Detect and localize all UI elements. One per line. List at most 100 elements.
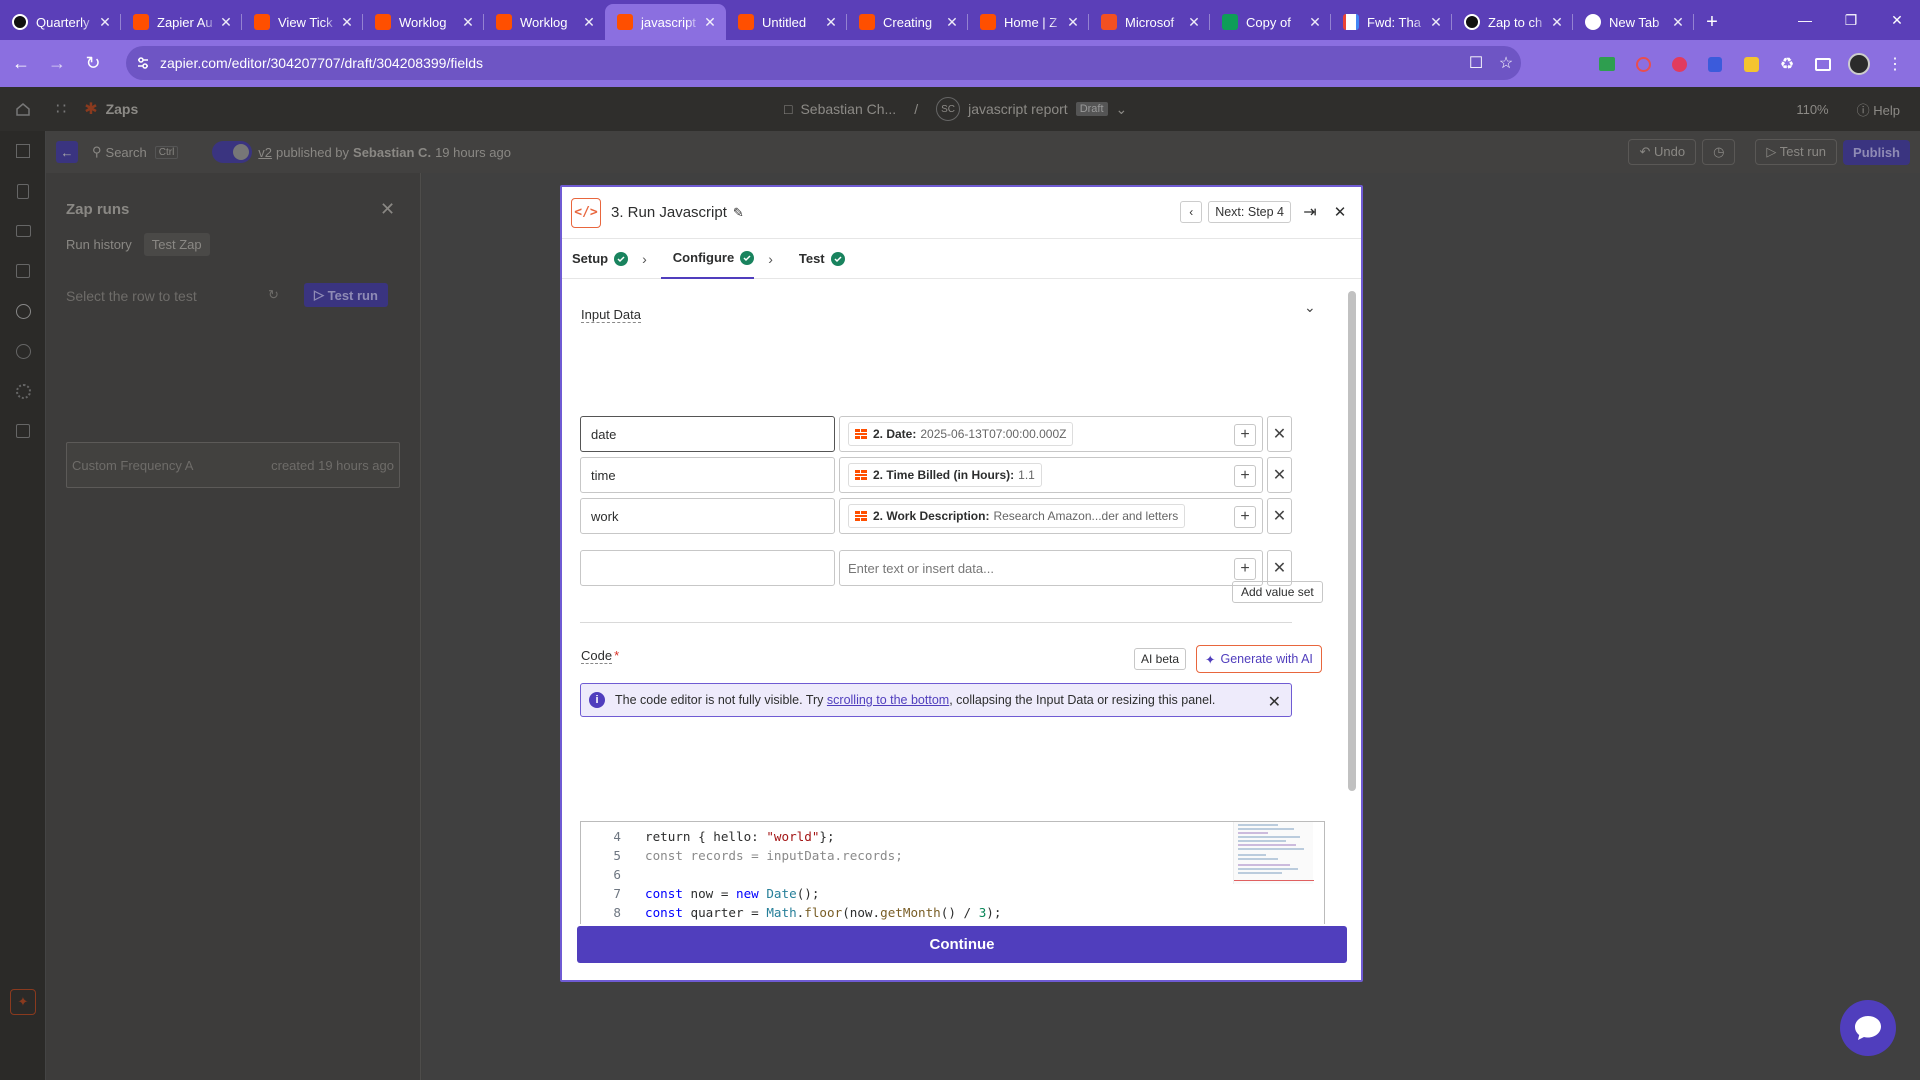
tab-close-icon[interactable]: ✕ [823, 14, 839, 30]
browser-tab[interactable]: javascript ✕ [605, 4, 726, 40]
undo-button[interactable]: ↶ Undo [1628, 139, 1697, 165]
refresh-icon[interactable]: ↻ [268, 287, 279, 303]
details-icon[interactable] [0, 171, 46, 211]
history-icon[interactable] [0, 291, 46, 331]
tab-close-icon[interactable]: ✕ [1428, 14, 1444, 30]
collapse-panel-icon[interactable]: ⇥ [1297, 202, 1323, 222]
input-value-field[interactable]: 2. Work Description: Research Amazon...de… [839, 498, 1263, 534]
remove-row-icon[interactable]: ✕ [1267, 498, 1292, 534]
alerts-icon[interactable] [0, 331, 46, 371]
restore-button[interactable]: ❐ [1828, 0, 1874, 40]
bookmark-star-icon[interactable]: ☆ [1491, 53, 1521, 73]
browser-tab[interactable]: New Tab ✕ [1573, 4, 1694, 40]
tab-close-icon[interactable]: ✕ [97, 14, 113, 30]
tab-close-icon[interactable]: ✕ [1549, 14, 1565, 30]
versions-icon[interactable] [0, 411, 46, 451]
generate-with-ai-button[interactable]: ✦ Generate with AI [1196, 645, 1322, 673]
input-key-field[interactable]: date [580, 416, 835, 452]
calendar-icon[interactable] [0, 251, 46, 291]
back-arrow-button[interactable]: ← [56, 141, 78, 163]
close-panel-icon[interactable]: ✕ [380, 199, 395, 220]
minimize-button[interactable]: — [1782, 0, 1828, 40]
input-key-field[interactable]: time [580, 457, 835, 493]
forward-button[interactable]: → [42, 49, 72, 79]
input-value-field[interactable]: Enter text or insert data... + [839, 550, 1263, 586]
folder-name[interactable]: Sebastian Ch... [800, 101, 896, 117]
side-panel-icon[interactable] [1808, 49, 1838, 79]
code-minimap[interactable] [1233, 822, 1314, 884]
data-pill[interactable]: 2. Date: 2025-06-13T07:00:00.000Z [848, 422, 1074, 446]
chat-support-button[interactable] [1840, 1000, 1896, 1056]
panel-test-run-button[interactable]: ▷ Test run [304, 283, 388, 307]
browser-tab[interactable]: Worklog ✕ [484, 4, 605, 40]
step-tab[interactable]: Configure [660, 239, 755, 279]
data-pill[interactable]: 2. Work Description: Research Amazon...de… [848, 504, 1186, 528]
dismiss-notice-icon[interactable]: ✕ [1268, 692, 1281, 712]
run-row[interactable]: Custom Frequency A created 19 hours ago [66, 442, 400, 488]
scroll-to-bottom-link[interactable]: scrolling to the bottom [827, 693, 949, 707]
add-value-set-button[interactable]: Add value set [1232, 581, 1323, 603]
tab-close-icon[interactable]: ✕ [1670, 14, 1686, 30]
comments-icon[interactable] [0, 211, 46, 251]
screen-cast-icon[interactable]: ☐ [1461, 53, 1491, 73]
browser-tab[interactable]: Home | Z ✕ [968, 4, 1089, 40]
reload-button[interactable]: ↻ [78, 49, 108, 79]
insert-data-icon[interactable]: + [1234, 424, 1256, 446]
tab-close-icon[interactable]: ✕ [218, 14, 234, 30]
templates-icon[interactable] [0, 131, 46, 171]
browser-tab[interactable]: Copy of ✕ [1210, 4, 1331, 40]
search-label[interactable]: Search [106, 145, 147, 160]
input-value-field[interactable]: 2. Date: 2025-06-13T07:00:00.000Z + [839, 416, 1263, 452]
insert-data-icon[interactable]: + [1234, 558, 1256, 580]
zap-toggle[interactable] [212, 141, 253, 163]
zap-runs-tab[interactable]: Run history [58, 233, 140, 256]
extension-pink-icon[interactable] [1664, 49, 1694, 79]
extension-green-icon[interactable] [1592, 49, 1622, 79]
profile-avatar[interactable] [1844, 49, 1874, 79]
browser-tab[interactable]: Zapier Au ✕ [121, 4, 242, 40]
tab-close-icon[interactable]: ✕ [702, 14, 718, 30]
chevron-down-icon[interactable]: ⌄ [1116, 101, 1128, 118]
remove-row-icon[interactable]: ✕ [1267, 457, 1292, 493]
tab-close-icon[interactable]: ✕ [581, 14, 597, 30]
input-value-field[interactable]: 2. Time Billed (in Hours): 1.1 + [839, 457, 1263, 493]
insert-data-icon[interactable]: + [1234, 506, 1256, 528]
zap-name[interactable]: javascript report [968, 101, 1068, 117]
history-clock-button[interactable]: ◷ [1702, 139, 1736, 165]
collapse-chevron-icon[interactable]: ⌄ [1304, 299, 1316, 316]
address-bar[interactable]: zapier.com/editor/304207707/draft/304208… [126, 46, 1521, 80]
test-run-button[interactable]: ▷ Test run [1755, 139, 1838, 165]
browser-tab[interactable]: Zap to ch ✕ [1452, 4, 1573, 40]
version-label[interactable]: v2 [258, 145, 272, 160]
extension-red-circle-icon[interactable] [1628, 49, 1658, 79]
step-tab[interactable]: Setup [562, 239, 629, 279]
modal-scrollbar[interactable] [1348, 281, 1356, 909]
remove-row-icon[interactable]: ✕ [1267, 416, 1292, 452]
apps-grid-icon[interactable]: ∷ [56, 99, 66, 119]
extensions-puzzle-icon[interactable]: ♻ [1772, 49, 1802, 79]
browser-tab[interactable]: Creating ✕ [847, 4, 968, 40]
home-icon[interactable] [0, 89, 46, 129]
new-tab-button[interactable]: + [1694, 4, 1730, 40]
step-tab[interactable]: Test [787, 239, 845, 279]
input-key-field[interactable]: work [580, 498, 835, 534]
insert-data-icon[interactable]: + [1234, 465, 1256, 487]
select-row-field[interactable]: Select the row to test [66, 281, 262, 311]
browser-tab[interactable]: Microsof ✕ [1089, 4, 1210, 40]
help-button[interactable]: ⓘ Help [1857, 100, 1900, 119]
browser-tab[interactable]: Untitled ✕ [726, 4, 847, 40]
data-pill[interactable]: 2. Time Billed (in Hours): 1.1 [848, 463, 1042, 487]
input-key-field[interactable] [580, 550, 835, 586]
settings-gear-icon[interactable] [0, 371, 46, 411]
extension-yellow-icon[interactable] [1736, 49, 1766, 79]
extension-shield-icon[interactable] [1700, 49, 1730, 79]
close-modal-icon[interactable]: ✕ [1329, 203, 1351, 221]
tab-close-icon[interactable]: ✕ [1186, 14, 1202, 30]
zoom-level[interactable]: 110% [1796, 102, 1828, 117]
tab-close-icon[interactable]: ✕ [944, 14, 960, 30]
browser-tab[interactable]: Quarterly ✕ [0, 4, 121, 40]
close-window-button[interactable]: ✕ [1874, 0, 1920, 40]
tab-close-icon[interactable]: ✕ [1307, 14, 1323, 30]
zap-runs-tab[interactable]: Test Zap [143, 233, 210, 256]
browser-tab[interactable]: View Tick ✕ [242, 4, 363, 40]
